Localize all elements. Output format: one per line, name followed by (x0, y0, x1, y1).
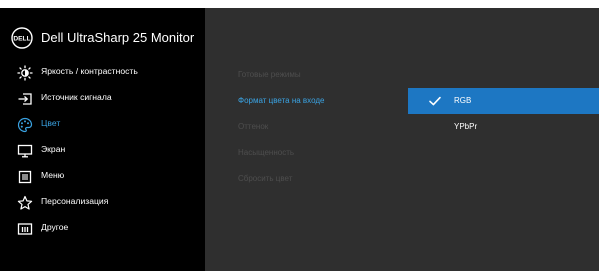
palette-icon (17, 117, 33, 133)
menu-item-preset-modes: Готовые режимы (238, 70, 301, 79)
menu-header: DELL Dell UltraSharp 25 Monitor (0, 8, 205, 60)
sidebar-item-label: Персонализация (41, 196, 109, 206)
sidebar-item-label: Яркость / контрастность (41, 66, 138, 76)
option-rgb[interactable]: RGB (408, 88, 599, 114)
menu-item-input-color-format[interactable]: Формат цвета на входе (238, 96, 324, 105)
menu-icon (18, 170, 32, 184)
sidebar-item-display[interactable]: Экран (0, 138, 205, 164)
star-icon (17, 195, 33, 210)
sidebar-item-color[interactable]: Цвет (0, 112, 205, 138)
menu-item-reset-color: Сбросить цвет (238, 174, 293, 183)
osd-menu: DELL Dell UltraSharp 25 Monitor Яркость … (0, 8, 599, 271)
menu-item-hue: Оттенок (238, 122, 269, 131)
info-icon (17, 223, 33, 235)
option-label: RGB (454, 96, 472, 105)
sidebar-item-others[interactable]: Другое (0, 216, 205, 242)
option-label: YPbPr (454, 122, 478, 131)
sidebar-item-label: Цвет (41, 118, 61, 128)
sidebar: DELL Dell UltraSharp 25 Monitor Яркость … (0, 8, 205, 271)
sidebar-item-personalize[interactable]: Персонализация (0, 190, 205, 216)
brightness-icon (17, 65, 33, 81)
sidebar-item-label: Меню (41, 170, 65, 180)
sidebar-item-label: Источник сигнала (41, 92, 112, 102)
menu-item-saturation: Насыщенность (238, 148, 295, 157)
display-icon (17, 144, 33, 158)
dell-logo-icon: DELL (11, 27, 33, 49)
sidebar-item-input-source[interactable]: Источник сигнала (0, 86, 205, 112)
sidebar-item-brightness-contrast[interactable]: Яркость / контрастность (0, 60, 205, 86)
sidebar-item-menu[interactable]: Меню (0, 164, 205, 190)
checkmark-icon (429, 96, 441, 106)
sidebar-item-label: Экран (41, 144, 66, 154)
color-format-options: RGB YPbPr (408, 88, 599, 140)
monitor-title: Dell UltraSharp 25 Monitor (41, 30, 195, 45)
logo-text: DELL (13, 36, 30, 43)
input-source-icon (18, 93, 32, 105)
sidebar-item-label: Другое (41, 222, 69, 232)
option-ypbpr[interactable]: YPbPr (408, 114, 599, 140)
